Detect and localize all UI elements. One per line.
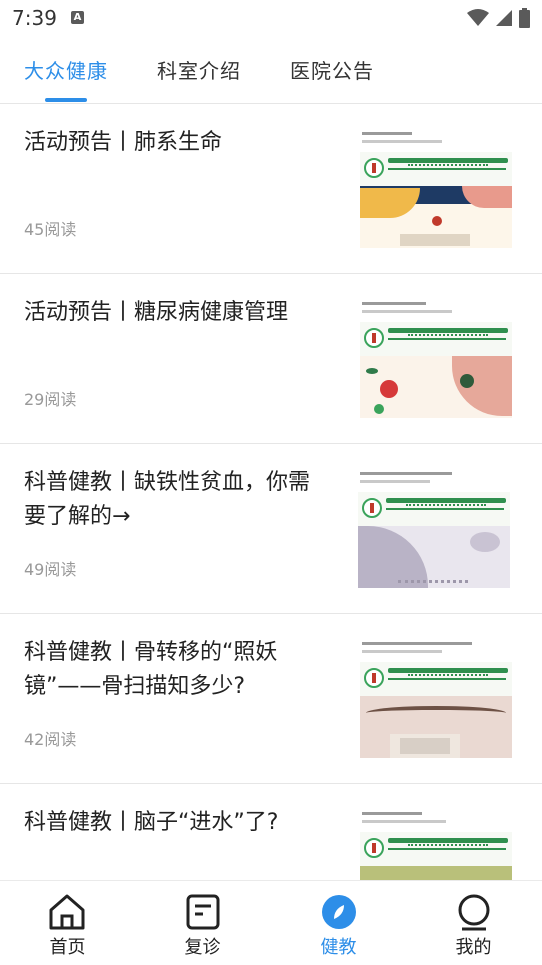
revisit-icon [186,894,220,930]
notification-icon: A [71,11,84,24]
status-bar: 7:39 A [0,0,542,36]
profile-icon [458,894,490,931]
list-item[interactable]: 科普健教丨缺铁性贫血，你需要了解的→ 49阅读 [0,444,542,614]
nav-revisit[interactable]: 复诊 [135,881,270,965]
article-title: 科普健教丨脑子“进水”了? [24,810,279,835]
article-title: 活动预告丨糖尿病健康管理 [24,300,289,325]
article-thumbnail [360,298,512,418]
article-reads: 42阅读 [24,730,77,749]
tab-public-health[interactable]: 大众健康 [24,55,108,84]
bottom-nav: 首页 复诊 健教 我的 [0,880,542,965]
signal-icon [496,10,512,26]
list-item[interactable]: 活动预告丨肺系生命 45阅读 [0,104,542,274]
article-title: 科普健教丨缺铁性贫血，你需要了解的→ [24,470,311,529]
battery-icon [519,8,530,28]
list-item[interactable]: 活动预告丨糖尿病健康管理 29阅读 [0,274,542,444]
nav-profile[interactable]: 我的 [406,881,541,965]
nav-label: 健教 [320,937,357,958]
nav-label: 复诊 [184,937,221,958]
active-tab-indicator [45,98,87,102]
article-reads: 29阅读 [24,390,77,409]
article-title: 活动预告丨肺系生命 [24,130,223,155]
list-item[interactable]: 科普健教丨脑子“进水”了? [0,784,542,880]
article-thumbnail [360,128,512,248]
list-item[interactable]: 科普健教丨骨转移的“照妖镜”——骨扫描知多少? 42阅读 [0,614,542,784]
tab-hospital-notice[interactable]: 医院公告 [290,55,374,84]
article-thumbnail [360,638,512,758]
home-icon [49,894,85,930]
nav-label: 我的 [455,937,492,958]
status-indicators [467,8,530,28]
article-reads: 45阅读 [24,220,77,239]
education-icon [322,895,356,929]
article-list[interactable]: 活动预告丨肺系生命 45阅读 活动预告丨糖尿病健康管理 29阅读 科普健教丨缺铁… [0,104,542,880]
article-title: 科普健教丨骨转移的“照妖镜”——骨扫描知多少? [24,640,278,699]
nav-home[interactable]: 首页 [0,881,135,965]
article-thumbnail [360,808,512,880]
article-reads: 49阅读 [24,560,77,579]
status-time: 7:39 [12,6,57,30]
category-tabs: 大众健康 科室介绍 医院公告 [0,36,542,104]
article-thumbnail [358,468,510,588]
wifi-icon [467,9,489,26]
tab-department-intro[interactable]: 科室介绍 [157,55,241,84]
nav-label: 首页 [49,937,86,958]
nav-education[interactable]: 健教 [271,881,406,965]
